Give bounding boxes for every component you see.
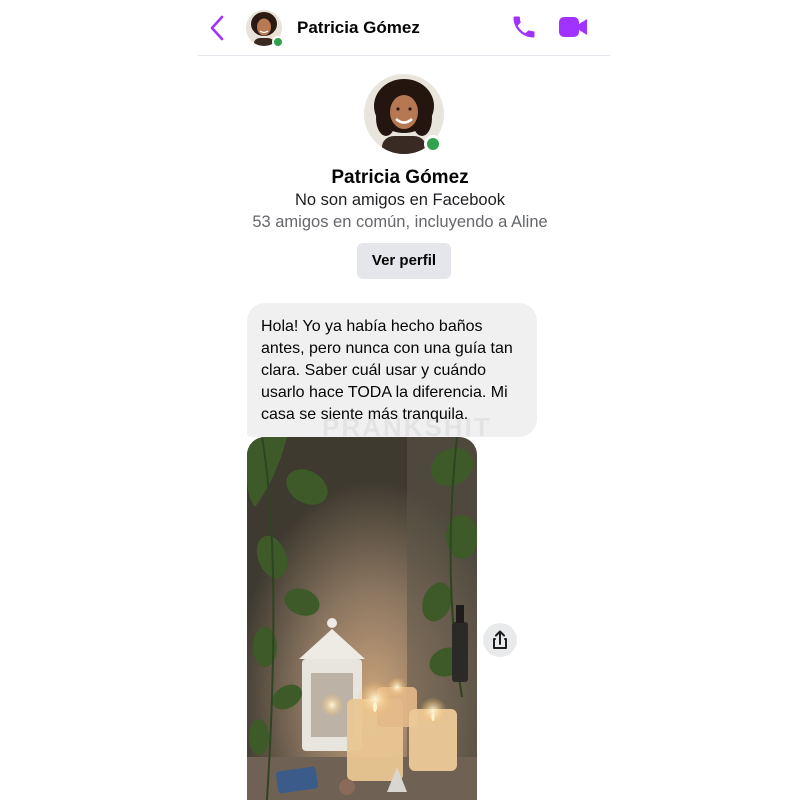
chat-header: Patricia Gómez <box>198 0 610 56</box>
video-camera-icon[interactable] <box>558 14 588 40</box>
friendship-status: No son amigos en Facebook <box>294 191 506 209</box>
share-icon <box>493 630 507 649</box>
back-chevron-icon[interactable] <box>206 14 230 42</box>
header-avatar[interactable] <box>246 10 284 48</box>
view-profile-button[interactable]: Ver perfil <box>357 243 451 279</box>
profile-avatar[interactable] <box>364 74 444 154</box>
header-contact-name[interactable]: Patricia Gómez <box>297 18 420 38</box>
share-button[interactable] <box>483 623 517 657</box>
image-message[interactable] <box>247 437 477 800</box>
phone-icon[interactable] <box>510 13 538 41</box>
candles-plants-photo <box>247 437 477 800</box>
mutual-friends: 53 amigos en común, incluyendo a Aline <box>252 213 548 231</box>
online-status-dot <box>424 135 442 153</box>
profile-name: Patricia Gómez <box>331 167 469 188</box>
online-status-dot <box>272 36 284 48</box>
